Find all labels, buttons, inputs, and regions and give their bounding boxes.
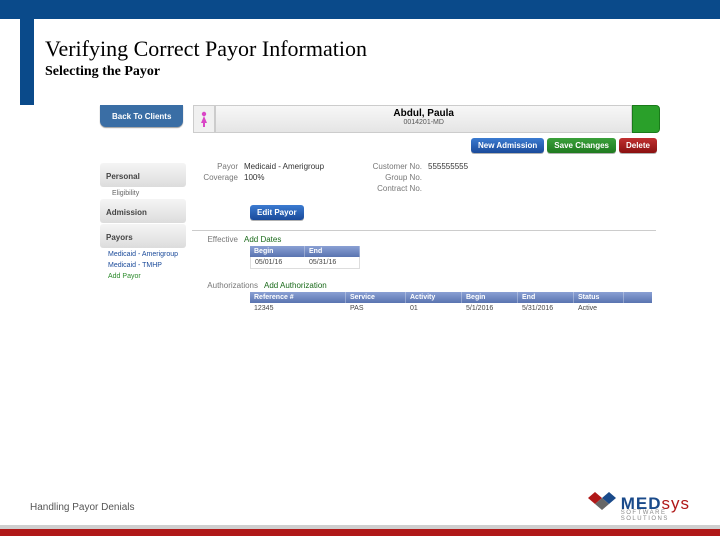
effective-end: 05/31/16: [305, 257, 359, 268]
contract-no-label: Contract No.: [364, 184, 428, 193]
slide-left-accent: [20, 19, 34, 105]
group-no-label: Group No.: [364, 173, 428, 182]
logo-icon: [588, 492, 616, 516]
sidebar-item-payors[interactable]: Payors: [100, 224, 186, 248]
save-changes-button[interactable]: Save Changes: [547, 138, 616, 153]
effective-label: Effective: [192, 235, 244, 244]
auth-service: PAS: [346, 303, 406, 314]
gender-indicator: [193, 105, 215, 133]
col-reference: Reference #: [250, 292, 346, 303]
back-to-clients-button[interactable]: Back To Clients: [100, 105, 183, 127]
sidebar-item-personal[interactable]: Personal: [100, 163, 186, 187]
logo-tagline: SOFTWARE SOLUTIONS: [621, 510, 690, 522]
sidebar-add-payor-link[interactable]: Add Payor: [100, 271, 186, 282]
auth-ref: 12345: [250, 303, 346, 314]
col-service: Service: [346, 292, 406, 303]
col-status: Status: [574, 292, 624, 303]
sidebar: Personal Eligibility Admission Payors Me…: [100, 159, 186, 314]
payor-value: Medicaid - Amerigroup: [244, 162, 364, 171]
auth-table-header: Reference # Service Activity Begin End S…: [250, 292, 652, 303]
female-icon: [199, 111, 209, 127]
auth-row[interactable]: 12345 PAS 01 5/1/2016 5/31/2016 Active: [250, 303, 652, 314]
add-dates-link[interactable]: Add Dates: [244, 235, 281, 244]
footer-label: Handling Payor Denials: [30, 502, 135, 513]
coverage-value: 100%: [244, 173, 364, 182]
col-begin: Begin: [462, 292, 518, 303]
effective-begin: 05/01/16: [251, 257, 305, 268]
add-authorization-link[interactable]: Add Authorization: [264, 281, 327, 290]
app-screenshot: Back To Clients Abdul, Paula 0014201-MD …: [100, 105, 660, 495]
client-header: Abdul, Paula 0014201-MD: [215, 105, 632, 133]
col-begin: Begin: [250, 246, 305, 257]
customer-no-value: 555555555: [428, 162, 468, 171]
delete-button[interactable]: Delete: [619, 138, 657, 153]
effective-row[interactable]: 05/01/16 05/31/16: [250, 257, 360, 269]
footer-bar-red: [0, 529, 720, 536]
col-end: End: [518, 292, 574, 303]
col-activity: Activity: [406, 292, 462, 303]
client-name: Abdul, Paula: [216, 108, 631, 119]
payor-label: Payor: [192, 162, 244, 171]
sidebar-item-eligibility[interactable]: Eligibility: [100, 188, 186, 199]
auth-end: 5/31/2016: [518, 303, 574, 314]
main-panel: Payor Medicaid - Amerigroup Customer No.…: [186, 159, 660, 314]
auth-activity: 01: [406, 303, 462, 314]
edit-payor-button[interactable]: Edit Payor: [250, 205, 304, 220]
slide-title: Verifying Correct Payor Information: [45, 36, 367, 62]
medsys-logo: MEDsys SOFTWARE SOLUTIONS: [588, 492, 690, 516]
slide-top-bar: [0, 0, 720, 19]
customer-no-label: Customer No.: [364, 162, 428, 171]
slide-subtitle: Selecting the Payor: [45, 64, 160, 80]
sidebar-payor-link-0[interactable]: Medicaid - Amerigroup: [100, 249, 186, 260]
client-id: 0014201-MD: [216, 119, 631, 126]
sidebar-payor-link-1[interactable]: Medicaid - TMHP: [100, 260, 186, 271]
effective-table-header: Begin End: [250, 246, 360, 257]
authorizations-label: Authorizations: [192, 281, 264, 290]
divider: [192, 230, 656, 231]
new-admission-button[interactable]: New Admission: [471, 138, 544, 153]
sidebar-item-admission[interactable]: Admission: [100, 199, 186, 223]
status-indicator: [632, 105, 660, 133]
col-end: End: [305, 246, 360, 257]
auth-status: Active: [574, 303, 624, 314]
coverage-label: Coverage: [192, 173, 244, 182]
auth-begin: 5/1/2016: [462, 303, 518, 314]
